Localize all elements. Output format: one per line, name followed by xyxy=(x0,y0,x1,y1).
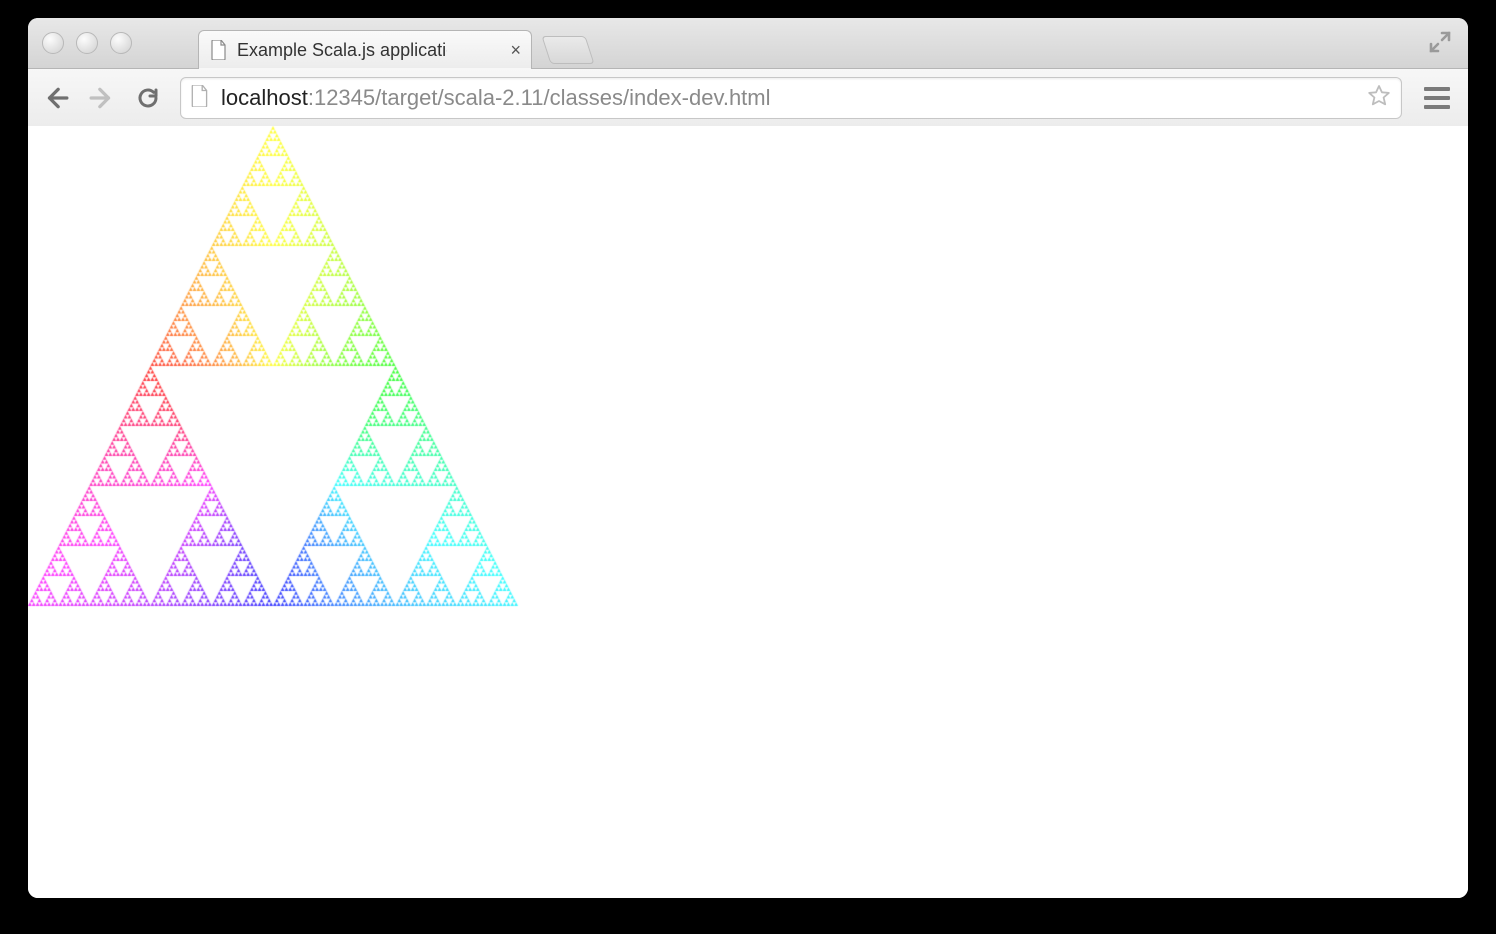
tab-title: Example Scala.js applicatio xyxy=(237,40,447,61)
browser-tab[interactable]: Example Scala.js applicatio × xyxy=(198,30,532,69)
page-icon xyxy=(191,85,209,112)
browser-window: Example Scala.js applicatio × xyxy=(28,18,1468,898)
window-close-button[interactable] xyxy=(42,32,64,54)
url-text: localhost:12345/target/scala-2.11/classe… xyxy=(221,85,1355,111)
window-zoom-button[interactable] xyxy=(110,32,132,54)
url-host: localhost xyxy=(221,85,308,110)
enter-fullscreen-icon[interactable] xyxy=(1428,30,1452,59)
address-bar[interactable]: localhost:12345/target/scala-2.11/classe… xyxy=(180,77,1402,119)
menu-button[interactable] xyxy=(1420,83,1454,113)
bookmark-star-icon[interactable] xyxy=(1367,84,1391,113)
toolbar: localhost:12345/target/scala-2.11/classe… xyxy=(28,69,1468,128)
forward-button[interactable] xyxy=(88,84,116,112)
window-minimize-button[interactable] xyxy=(76,32,98,54)
tab-close-button[interactable]: × xyxy=(510,41,521,59)
file-icon xyxy=(211,40,227,60)
page-viewport xyxy=(28,126,1468,898)
new-tab-button[interactable] xyxy=(541,36,594,64)
titlebar: Example Scala.js applicatio × xyxy=(28,18,1468,69)
back-button[interactable] xyxy=(42,84,70,112)
traffic-lights xyxy=(42,32,132,54)
url-path: :12345/target/scala-2.11/classes/index-d… xyxy=(308,85,771,110)
sierpinski-canvas xyxy=(28,126,548,646)
reload-button[interactable] xyxy=(134,84,162,112)
